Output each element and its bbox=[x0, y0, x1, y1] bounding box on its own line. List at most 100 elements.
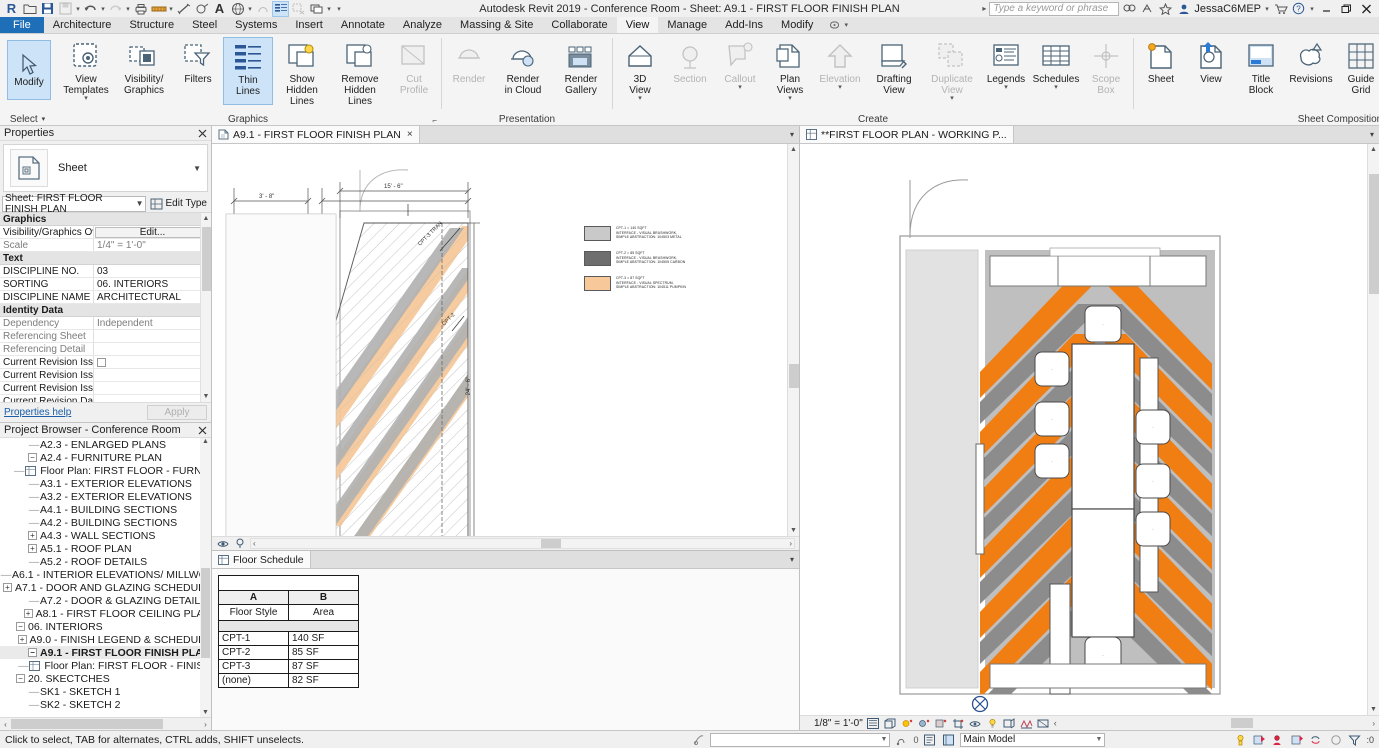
project-browser-item[interactable]: — A7.2 - DOOR & GLAZING DETAILS bbox=[0, 594, 211, 607]
ribbon-tab-add-ins[interactable]: Add-Ins bbox=[716, 17, 772, 33]
properties-scroll-down-icon[interactable]: ▼ bbox=[203, 393, 210, 400]
plan-scroll-down-icon[interactable]: ▼ bbox=[1370, 706, 1377, 713]
property-row[interactable]: Referencing Sheet bbox=[0, 330, 211, 343]
view-scale-label[interactable]: 1/8" = 1'-0" bbox=[804, 718, 863, 729]
text-icon[interactable]: A bbox=[211, 1, 228, 17]
edit-type-button[interactable]: Edit Type bbox=[148, 198, 209, 210]
project-browser-tree[interactable]: — A2.3 - ENLARGED PLANS − A2.4 - FURNITURE … bbox=[0, 438, 211, 717]
save-as-icon[interactable] bbox=[57, 1, 74, 17]
properties-type-preview[interactable]: Sheet ▼ bbox=[3, 144, 208, 192]
property-row[interactable]: Current Revision Issued bbox=[0, 356, 211, 369]
property-group-identity-data[interactable]: Identity Data≫ bbox=[0, 304, 211, 317]
print-icon[interactable] bbox=[132, 1, 149, 17]
crop-view-icon[interactable] bbox=[952, 717, 965, 729]
project-browser-vscrollbar[interactable]: ▲ ▼ bbox=[200, 438, 211, 717]
app-store-cart-icon[interactable] bbox=[1273, 1, 1288, 16]
reveal-hidden-elements-icon[interactable] bbox=[1003, 717, 1016, 729]
ribbon-button-remove-hidden-lines[interactable]: Remove Hidden Lines bbox=[331, 37, 389, 107]
project-browser-item[interactable]: — SK2 - SKETCH 2 bbox=[0, 698, 211, 711]
ribbon-tab-architecture[interactable]: Architecture bbox=[44, 17, 121, 33]
schedule-tab-dropdown-icon[interactable]: ▾ bbox=[785, 551, 799, 568]
tab-list-dropdown-icon[interactable]: ▾ bbox=[785, 126, 799, 143]
property-value[interactable]: Independent bbox=[94, 317, 211, 329]
schedule-cell[interactable]: 87 SF bbox=[288, 659, 359, 674]
close-button[interactable] bbox=[1358, 1, 1375, 16]
properties-type-dropdown-icon[interactable]: ▼ bbox=[193, 164, 201, 173]
filter-icon[interactable] bbox=[1347, 733, 1362, 747]
property-value[interactable]: ARCHITECTURAL bbox=[94, 291, 211, 303]
close-hidden-windows-icon[interactable] bbox=[290, 1, 307, 17]
plan-hscroll-thumb[interactable] bbox=[1230, 718, 1253, 728]
schedule-row[interactable]: (none) 82 SF bbox=[218, 673, 359, 688]
ribbon-button-title-block[interactable]: Title Block bbox=[1236, 37, 1286, 105]
press-drag-icon[interactable] bbox=[691, 733, 706, 747]
scroll-left-icon[interactable]: ‹ bbox=[0, 720, 11, 729]
active-workset-combobox[interactable]: Main Model ▼ bbox=[960, 732, 1106, 747]
project-browser-item[interactable]: — A6.1 - INTERIOR ELEVATIONS/ MILLWOR bbox=[0, 568, 211, 581]
expand-node-icon[interactable]: + bbox=[28, 544, 37, 553]
worksharing-display-icon[interactable] bbox=[1271, 733, 1286, 747]
exclude-options-icon[interactable] bbox=[922, 733, 937, 747]
ribbon-button-thin-lines[interactable]: Thin Lines bbox=[223, 37, 273, 105]
property-value[interactable] bbox=[94, 382, 211, 394]
help-dropdown-icon[interactable]: ▾ bbox=[1309, 5, 1315, 13]
ribbon-button-dropdown-icon[interactable]: ▾ bbox=[1054, 84, 1058, 91]
reveal-hidden-elements-icon[interactable] bbox=[216, 538, 229, 550]
ribbon-button-revisions[interactable]: Revisions bbox=[1286, 37, 1336, 105]
ribbon-button-render-in-cloud[interactable]: Render in Cloud bbox=[494, 37, 552, 105]
ribbon-button-view-templates[interactable]: View Templates ▾ bbox=[57, 37, 115, 105]
select-dropdown-icon[interactable]: ▾ bbox=[42, 115, 46, 123]
property-row[interactable]: Current Revision Date bbox=[0, 395, 211, 402]
sun-path-icon[interactable] bbox=[901, 717, 914, 729]
design-options-icon[interactable] bbox=[894, 733, 909, 747]
collapse-node-icon[interactable]: − bbox=[16, 674, 25, 683]
ribbon-button-view[interactable]: View bbox=[1186, 37, 1236, 105]
sync-settings-icon[interactable] bbox=[1309, 733, 1324, 747]
project-browser-item[interactable]: — A5.2 - ROOF DETAILS bbox=[0, 555, 211, 568]
revit-logo-icon[interactable]: R bbox=[3, 1, 20, 17]
plan-vscroll-thumb[interactable] bbox=[1368, 174, 1379, 294]
properties-close-icon[interactable] bbox=[198, 129, 207, 138]
visual-style-icon[interactable] bbox=[884, 717, 897, 729]
maximize-restore-button[interactable] bbox=[1338, 1, 1355, 16]
model-updates-icon[interactable] bbox=[1252, 733, 1267, 747]
ribbon-button-dropdown-icon[interactable]: ▾ bbox=[788, 95, 792, 102]
aligned-dimension-icon[interactable] bbox=[175, 1, 192, 17]
project-browser-item[interactable]: − A2.4 - FURNITURE PLAN bbox=[0, 451, 211, 464]
ribbon-button-drafting-view[interactable]: Drafting View bbox=[865, 37, 923, 105]
property-value[interactable] bbox=[94, 343, 211, 355]
ribbon-button-show-hidden-lines[interactable]: Show Hidden Lines bbox=[273, 37, 331, 107]
measure-icon[interactable] bbox=[150, 1, 167, 17]
ribbon-tab-analyze[interactable]: Analyze bbox=[394, 17, 451, 33]
user-avatar-icon[interactable] bbox=[1176, 1, 1191, 16]
user-name-label[interactable]: JessaC6MEP bbox=[1194, 3, 1261, 15]
ribbon-tab-bar[interactable]: File Architecture Structure Steel Systems Ins… bbox=[0, 17, 1379, 34]
sheet-vscroll-thumb[interactable] bbox=[788, 364, 799, 388]
ribbon-button-guide-grid[interactable]: Guide Grid bbox=[1336, 37, 1379, 105]
ribbon-button-sheet[interactable]: Sheet bbox=[1136, 37, 1186, 105]
ribbon-button-legends[interactable]: Legends ▾ bbox=[981, 37, 1031, 105]
project-browser-item[interactable]: — Floor Plan: FIRST FLOOR - FINISH bbox=[0, 659, 211, 672]
schedule-cell[interactable]: 85 SF bbox=[288, 645, 359, 660]
schedule-column-letter[interactable]: B bbox=[288, 590, 359, 605]
project-browser-item[interactable]: + A4.3 - WALL SECTIONS bbox=[0, 529, 211, 542]
ribbon-button-3d-view[interactable]: 3D View ▾ bbox=[615, 37, 665, 105]
view-tab-close-icon[interactable]: × bbox=[407, 129, 413, 140]
ribbon-button-plan-views[interactable]: Plan Views ▾ bbox=[765, 37, 815, 105]
project-browser-item[interactable]: −06. INTERIORS bbox=[0, 620, 211, 633]
ribbon-tab-view[interactable]: View bbox=[616, 17, 659, 33]
expand-node-icon[interactable]: + bbox=[2, 583, 12, 592]
detail-level-icon[interactable] bbox=[867, 717, 880, 729]
project-browser-hscrollbar[interactable]: ‹ › bbox=[0, 717, 211, 730]
modify-button[interactable]: Modify bbox=[7, 40, 51, 100]
floor-plan-vscrollbar[interactable]: ▲ ▼ bbox=[1367, 144, 1379, 715]
ribbon-tab-systems[interactable]: Systems bbox=[226, 17, 286, 33]
user-menu-dropdown-icon[interactable]: ▾ bbox=[1264, 5, 1270, 13]
property-group-text[interactable]: Text≫ bbox=[0, 252, 211, 265]
collapse-node-icon[interactable]: − bbox=[28, 648, 37, 657]
ribbon-tab-insert[interactable]: Insert bbox=[286, 17, 332, 33]
plan-scroll-up-icon[interactable]: ▲ bbox=[1370, 146, 1377, 153]
floor-schedule-grid[interactable]: A B Floor Style Area CPT-1 140 SF CPT-2 85 SF CP… bbox=[212, 569, 799, 688]
customize-qat-icon[interactable]: ▾ bbox=[333, 5, 345, 13]
sheet-scroll-left-icon[interactable]: ‹ bbox=[251, 539, 258, 548]
